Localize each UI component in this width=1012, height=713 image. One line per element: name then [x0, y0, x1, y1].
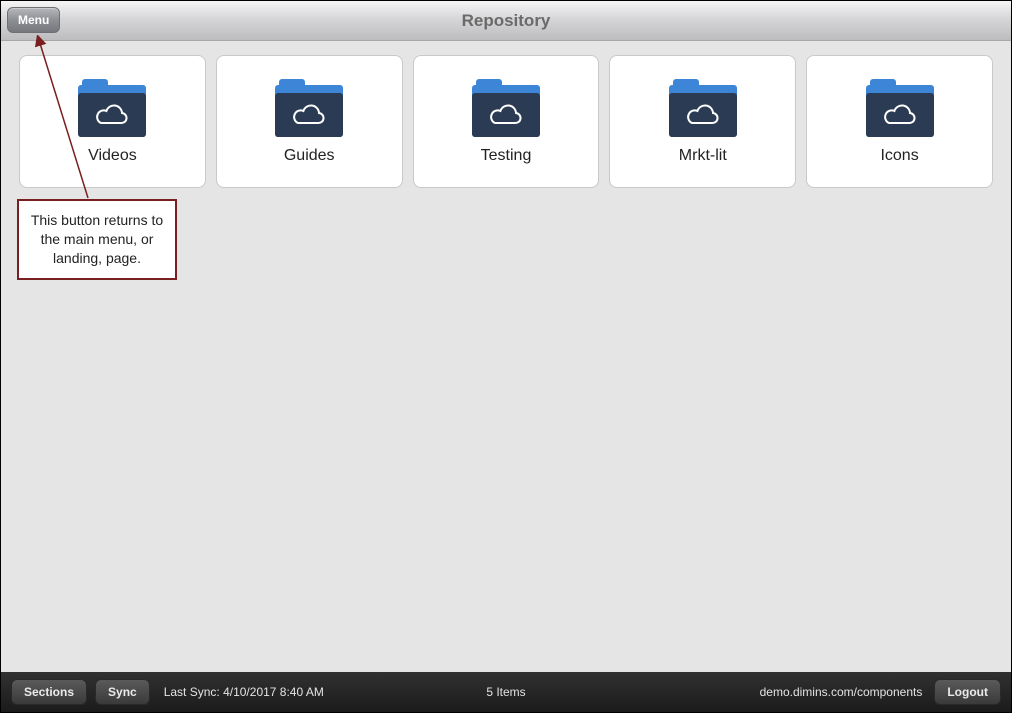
logout-button-label: Logout: [947, 685, 988, 699]
callout-box: This button returns to the main menu, or…: [17, 199, 177, 280]
footer-bar: Sections Sync Last Sync: 4/10/2017 8:40 …: [1, 672, 1011, 712]
folder-label: Videos: [88, 147, 137, 165]
menu-button-label: Menu: [18, 13, 49, 27]
folder-card-videos[interactable]: Videos: [19, 55, 206, 188]
folder-card-guides[interactable]: Guides: [216, 55, 403, 188]
menu-button[interactable]: Menu: [7, 7, 60, 33]
sync-button[interactable]: Sync: [95, 679, 150, 705]
callout-text: This button returns to the main menu, or…: [31, 212, 163, 266]
footer-right-group: demo.dimins.com/components Logout: [760, 679, 1001, 705]
folder-card-testing[interactable]: Testing: [413, 55, 600, 188]
page-title: Repository: [462, 11, 551, 31]
folder-label: Testing: [481, 147, 532, 165]
header-bar: Menu Repository: [1, 1, 1011, 41]
folder-label: Guides: [284, 147, 335, 165]
folder-card-mrkt-lit[interactable]: Mrkt-lit: [609, 55, 796, 188]
sections-button-label: Sections: [24, 685, 74, 699]
last-sync-prefix: Last Sync:: [164, 685, 223, 699]
folder-label: Icons: [880, 147, 918, 165]
last-sync-text: Last Sync: 4/10/2017 8:40 AM: [164, 685, 324, 699]
cloud-folder-icon: [472, 79, 540, 137]
server-url-text: demo.dimins.com/components: [760, 685, 923, 699]
sync-button-label: Sync: [108, 685, 137, 699]
cloud-folder-icon: [866, 79, 934, 137]
cloud-folder-icon: [275, 79, 343, 137]
cloud-folder-icon: [78, 79, 146, 137]
logout-button[interactable]: Logout: [934, 679, 1001, 705]
content-area: Videos Guides Testing: [1, 41, 1011, 672]
last-sync-time: 4/10/2017 8:40 AM: [223, 685, 324, 699]
cloud-folder-icon: [669, 79, 737, 137]
folder-card-icons[interactable]: Icons: [806, 55, 993, 188]
folder-label: Mrkt-lit: [679, 147, 727, 165]
sections-button[interactable]: Sections: [11, 679, 87, 705]
folder-grid: Videos Guides Testing: [19, 55, 993, 188]
